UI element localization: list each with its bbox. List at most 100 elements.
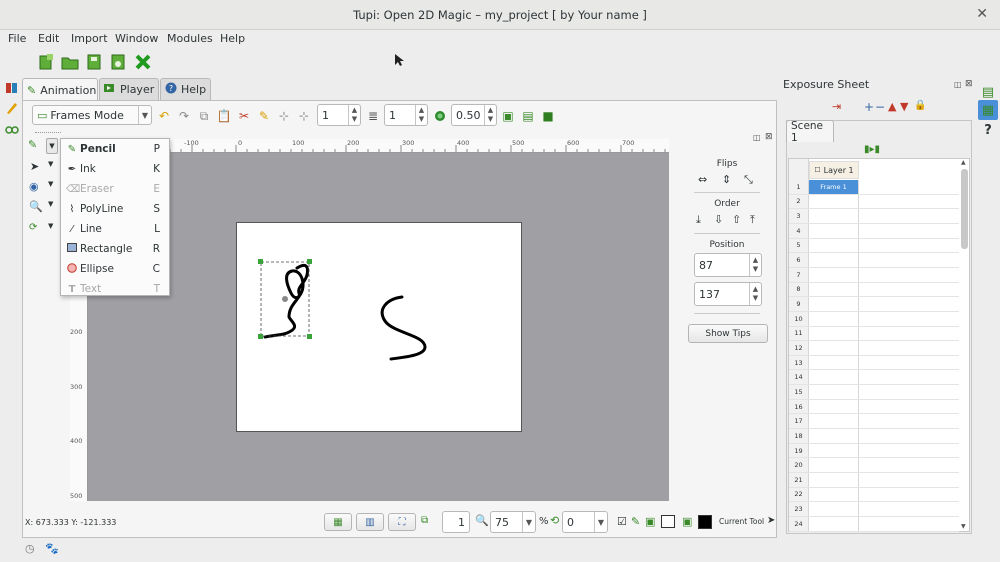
pencil-tool-icon[interactable]: ✎: [28, 138, 37, 151]
save-as-icon[interactable]: [108, 52, 128, 72]
paw-icon[interactable]: 🐾: [45, 542, 59, 555]
workspace-close-icon[interactable]: ⊠: [765, 132, 773, 142]
tab-scene-1[interactable]: Scene 1: [786, 120, 834, 144]
bring-forward-icon[interactable]: ⇧: [732, 213, 741, 226]
selection-tool-icon[interactable]: ➤: [30, 160, 39, 173]
close-project-icon[interactable]: [133, 52, 153, 72]
cut-icon[interactable]: ✂: [236, 108, 252, 124]
open-project-icon[interactable]: [60, 52, 80, 72]
move-layer-up-icon[interactable]: ▲: [888, 100, 896, 113]
exposure-frame-cell[interactable]: [809, 238, 859, 253]
rotation-selector[interactable]: 0 ▼: [562, 511, 608, 533]
brush-properties-icon[interactable]: [2, 118, 22, 138]
send-backward-icon[interactable]: ⇩: [714, 213, 723, 226]
exposure-frame-cell[interactable]: [809, 458, 859, 473]
layer-visibility-checkbox[interactable]: ☐: [814, 166, 820, 174]
menu-import[interactable]: Import: [71, 32, 108, 45]
remove-layer-icon[interactable]: −: [875, 100, 885, 114]
exposure-frame-cell[interactable]: [809, 267, 859, 282]
undo-icon[interactable]: ↶: [156, 108, 172, 124]
antialiasing-check-icon[interactable]: ☑: [617, 515, 627, 528]
color-palette-icon[interactable]: [2, 98, 22, 118]
ntsc-zone-icon[interactable]: ▥: [356, 513, 384, 531]
exposure-frame-cell[interactable]: [809, 502, 859, 516]
exposure-frame-cell[interactable]: [809, 473, 859, 487]
menu-item-eraser[interactable]: ⌫ Eraser E: [61, 179, 169, 199]
safe-area-icon[interactable]: ▣: [500, 108, 516, 124]
show-tips-button[interactable]: Show Tips: [688, 324, 768, 343]
flip-horizontal-icon[interactable]: ⇔: [698, 173, 707, 186]
tab-help[interactable]: ? Help: [160, 78, 211, 100]
add-layer-icon[interactable]: +: [864, 100, 874, 114]
menu-file[interactable]: File: [8, 32, 26, 45]
copy-icon[interactable]: ⧉: [196, 108, 212, 124]
lock-icon[interactable]: 🔒: [914, 100, 926, 111]
exposure-frame-cell[interactable]: [809, 414, 859, 429]
bring-to-front-icon[interactable]: ⤒: [750, 213, 755, 227]
frame-number-field[interactable]: 1: [442, 511, 470, 533]
timeline-icon[interactable]: ▤: [978, 82, 998, 102]
exposure-frame-cell[interactable]: [809, 194, 859, 209]
background-color-swatch[interactable]: [661, 515, 675, 528]
menu-help[interactable]: Help: [220, 32, 245, 45]
menu-item-ellipse[interactable]: Ellipse C: [61, 259, 169, 279]
exposure-sheet-icon[interactable]: ▦: [978, 100, 998, 120]
exposure-frame-cell[interactable]: [809, 516, 859, 531]
fill-color-icon[interactable]: ▣: [682, 515, 692, 528]
chevron-down-icon[interactable]: ▼: [48, 200, 53, 208]
move-layer-down-icon[interactable]: ▼: [900, 100, 908, 113]
chevron-down-icon[interactable]: ▼: [48, 160, 53, 168]
redo-icon[interactable]: ↷: [176, 108, 192, 124]
exposure-close-icon[interactable]: ⊠: [965, 79, 973, 89]
grid-toggle-icon[interactable]: ▦: [324, 513, 352, 531]
exposure-frame-cell[interactable]: [809, 311, 859, 326]
chevron-down-icon[interactable]: ▼: [961, 523, 966, 530]
onion-skin-next[interactable]: 1 ▲ ▼: [384, 104, 428, 126]
position-y-field[interactable]: 137 ▲ ▼: [694, 282, 762, 306]
exposure-frame-cell[interactable]: [809, 370, 859, 385]
menu-item-text[interactable]: T Text T: [61, 279, 169, 299]
clock-icon[interactable]: ◷: [25, 542, 35, 555]
flip-vertical-icon[interactable]: ⇕: [722, 173, 731, 186]
exposure-frame-cell[interactable]: [809, 297, 859, 311]
workspace-float-icon[interactable]: ◫: [753, 133, 761, 142]
exposure-frame-cell[interactable]: Frame 1: [809, 180, 859, 194]
exposure-frame-cell[interactable]: [809, 385, 859, 399]
fill-tool-icon[interactable]: ◉: [29, 180, 39, 193]
ungroup-icon[interactable]: ⊹: [296, 108, 312, 124]
library-icon[interactable]: [2, 78, 22, 98]
brush-size-icon[interactable]: ✎: [631, 515, 640, 528]
exposure-frame-cell[interactable]: [809, 326, 859, 341]
zoom-selector[interactable]: 75 ▼: [490, 511, 536, 533]
copy-frame-icon[interactable]: ▮▸▮: [864, 144, 880, 155]
new-project-icon[interactable]: [36, 52, 56, 72]
menu-item-line[interactable]: ⁄ Line L: [61, 219, 169, 239]
exposure-frame-cell[interactable]: [809, 443, 859, 458]
mode-selector[interactable]: ▭ Frames Mode ▼: [32, 105, 152, 125]
exposure-frame-cell[interactable]: [809, 223, 859, 238]
background-icon[interactable]: ▤: [520, 108, 536, 124]
menu-item-ink[interactable]: ✒ Ink K: [61, 159, 169, 179]
exposure-float-icon[interactable]: ◫: [954, 80, 962, 89]
camera-icon[interactable]: ■: [540, 108, 556, 124]
delete-icon[interactable]: ✎: [256, 108, 272, 124]
onion-skin-previous[interactable]: 1 ▲ ▼: [317, 104, 361, 126]
help-icon[interactable]: ?: [978, 120, 998, 140]
chevron-down-icon[interactable]: ▼: [48, 222, 53, 230]
layer-header[interactable]: ☐ Layer 1: [809, 161, 859, 179]
exposure-frame-cell[interactable]: [809, 399, 859, 414]
exposure-frame-cell[interactable]: [809, 209, 859, 223]
menu-edit[interactable]: Edit: [38, 32, 59, 45]
save-icon[interactable]: [84, 52, 104, 72]
flip-crossed-icon[interactable]: ⤡: [744, 173, 753, 187]
menu-item-pencil[interactable]: ✎ Pencil P: [61, 139, 169, 159]
fullscreen-icon[interactable]: ⛶: [388, 513, 416, 531]
menu-window[interactable]: Window: [115, 32, 158, 45]
tab-animation[interactable]: ✎ Animation: [22, 78, 98, 101]
zoom-tool-icon[interactable]: 🔍: [29, 200, 43, 213]
menu-modules[interactable]: Modules: [167, 32, 213, 45]
exposure-frame-cell[interactable]: [809, 341, 859, 355]
exposure-frame-cell[interactable]: [809, 355, 859, 370]
pen-color-swatch[interactable]: [698, 515, 712, 529]
tab-player[interactable]: Player: [99, 78, 159, 100]
